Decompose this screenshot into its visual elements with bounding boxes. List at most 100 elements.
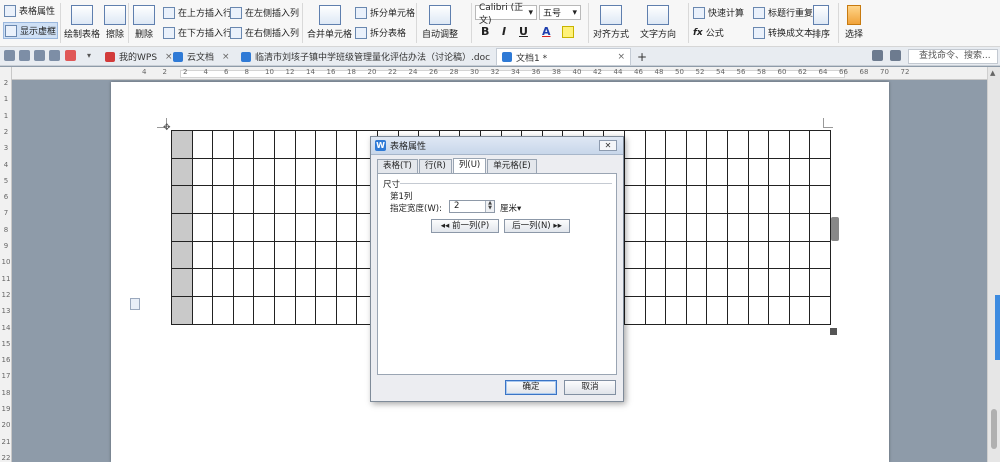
table-cell[interactable] [191, 213, 214, 242]
table-cell[interactable] [253, 240, 275, 270]
table-cell[interactable] [809, 213, 831, 242]
table-cell[interactable] [212, 240, 234, 270]
table-cell[interactable] [294, 240, 317, 270]
paragraph-marker-icon[interactable] [130, 298, 140, 310]
table-cell[interactable] [253, 213, 275, 242]
italic-button[interactable]: I [502, 25, 506, 38]
column-width-input[interactable]: 2 ▲ ▼ [449, 200, 495, 213]
table-cell[interactable] [232, 130, 255, 159]
table-cell[interactable] [191, 296, 214, 325]
table-cell[interactable] [171, 157, 193, 187]
save-icon[interactable] [4, 50, 15, 61]
table-cell[interactable] [685, 268, 708, 298]
table-cell[interactable] [788, 268, 811, 298]
table-cell[interactable] [747, 157, 770, 187]
table-cell[interactable] [253, 268, 275, 298]
table-cell[interactable] [727, 130, 749, 159]
align-button[interactable]: 对齐方式 [593, 5, 629, 40]
tab-document-1[interactable]: 文档1 * × [496, 48, 631, 65]
table-cell[interactable] [273, 185, 296, 215]
table-cell[interactable] [253, 130, 275, 159]
table-cell[interactable] [768, 268, 790, 298]
table-cell[interactable] [788, 157, 811, 187]
table-cell[interactable] [232, 268, 255, 298]
table-cell[interactable] [727, 296, 749, 325]
split-cells-button[interactable]: 拆分单元格 [355, 6, 415, 19]
table-cell[interactable] [706, 185, 729, 215]
font-color-button[interactable]: A [542, 25, 551, 38]
table-cell[interactable] [665, 185, 687, 215]
table-cell[interactable] [685, 185, 708, 215]
table-cell[interactable] [706, 268, 729, 298]
table-cell[interactable] [747, 130, 770, 159]
table-cell[interactable] [171, 268, 193, 298]
table-cell[interactable] [624, 240, 646, 270]
table-cell[interactable] [335, 157, 358, 187]
previous-column-button[interactable]: ◂◂ 前一列(P) [431, 219, 499, 233]
table-cell[interactable] [768, 213, 790, 242]
table-cell[interactable] [171, 240, 193, 270]
insert-col-right-button[interactable]: 在右侧插入列 [230, 26, 299, 39]
table-cell[interactable] [809, 240, 831, 270]
add-column-handle[interactable] [831, 217, 839, 241]
merge-cells-button[interactable]: 合并单元格 [307, 5, 352, 40]
table-cell[interactable] [294, 157, 317, 187]
underline-button[interactable]: U [519, 25, 528, 38]
table-cell[interactable] [624, 213, 646, 242]
table-cell[interactable] [665, 240, 687, 270]
show-gridlines-button[interactable]: 显示虚框 [3, 22, 59, 39]
tab-row[interactable]: 行(R) [418, 159, 452, 173]
table-cell[interactable] [685, 240, 708, 270]
table-cell[interactable] [212, 213, 234, 242]
formula-button[interactable]: fx 公式 [693, 26, 724, 40]
table-cell[interactable] [727, 185, 749, 215]
table-cell[interactable] [171, 130, 193, 159]
table-cell[interactable] [273, 130, 296, 159]
tab-my-wps[interactable]: 我的WPS × [100, 48, 178, 65]
next-column-button[interactable]: 后一列(N) ▸▸ [504, 219, 570, 233]
table-cell[interactable] [665, 213, 687, 242]
table-cell[interactable] [335, 296, 358, 325]
spinner-icon[interactable]: ▲ ▼ [485, 201, 494, 212]
table-cell[interactable] [809, 268, 831, 298]
table-cell[interactable] [644, 130, 667, 159]
table-cell[interactable] [747, 240, 770, 270]
table-cell[interactable] [747, 296, 770, 325]
table-cell[interactable] [232, 185, 255, 215]
table-cell[interactable] [624, 268, 646, 298]
table-cell[interactable] [212, 268, 234, 298]
ok-button[interactable]: 确定 [505, 380, 557, 395]
close-icon[interactable]: × [617, 52, 625, 62]
table-cell[interactable] [665, 130, 687, 159]
print-icon[interactable] [19, 50, 30, 61]
tab-cloud-docs[interactable]: 云文档 × [168, 48, 235, 65]
table-cell[interactable] [706, 213, 729, 242]
table-cell[interactable] [809, 185, 831, 215]
table-resize-handle[interactable] [830, 328, 837, 335]
table-cell[interactable] [315, 185, 337, 215]
table-cell[interactable] [788, 296, 811, 325]
table-cell[interactable] [706, 157, 729, 187]
table-cell[interactable] [685, 157, 708, 187]
table-cell[interactable] [273, 268, 296, 298]
table-cell[interactable] [191, 157, 214, 187]
table-cell[interactable] [644, 157, 667, 187]
table-cell[interactable] [315, 130, 337, 159]
table-cell[interactable] [747, 185, 770, 215]
table-cell[interactable] [727, 157, 749, 187]
insert-row-above-button[interactable]: 在上方插入行 [163, 6, 232, 19]
table-cell[interactable] [809, 130, 831, 159]
table-cell[interactable] [273, 157, 296, 187]
table-cell[interactable] [685, 296, 708, 325]
table-cell[interactable] [768, 296, 790, 325]
horizontal-ruler[interactable]: 4 2 2 4 6 8 10 12 14 16 18 20 22 24 26 28 30 32 34 36 38 40 42… [12, 67, 987, 80]
table-cell[interactable] [727, 213, 749, 242]
email-icon[interactable] [65, 50, 76, 61]
table-cell[interactable] [809, 296, 831, 325]
table-cell[interactable] [788, 185, 811, 215]
table-cell[interactable] [706, 240, 729, 270]
table-cell[interactable] [624, 296, 646, 325]
chat-icon[interactable] [872, 50, 883, 61]
cancel-button[interactable]: 取消 [564, 380, 616, 395]
table-cell[interactable] [665, 296, 687, 325]
